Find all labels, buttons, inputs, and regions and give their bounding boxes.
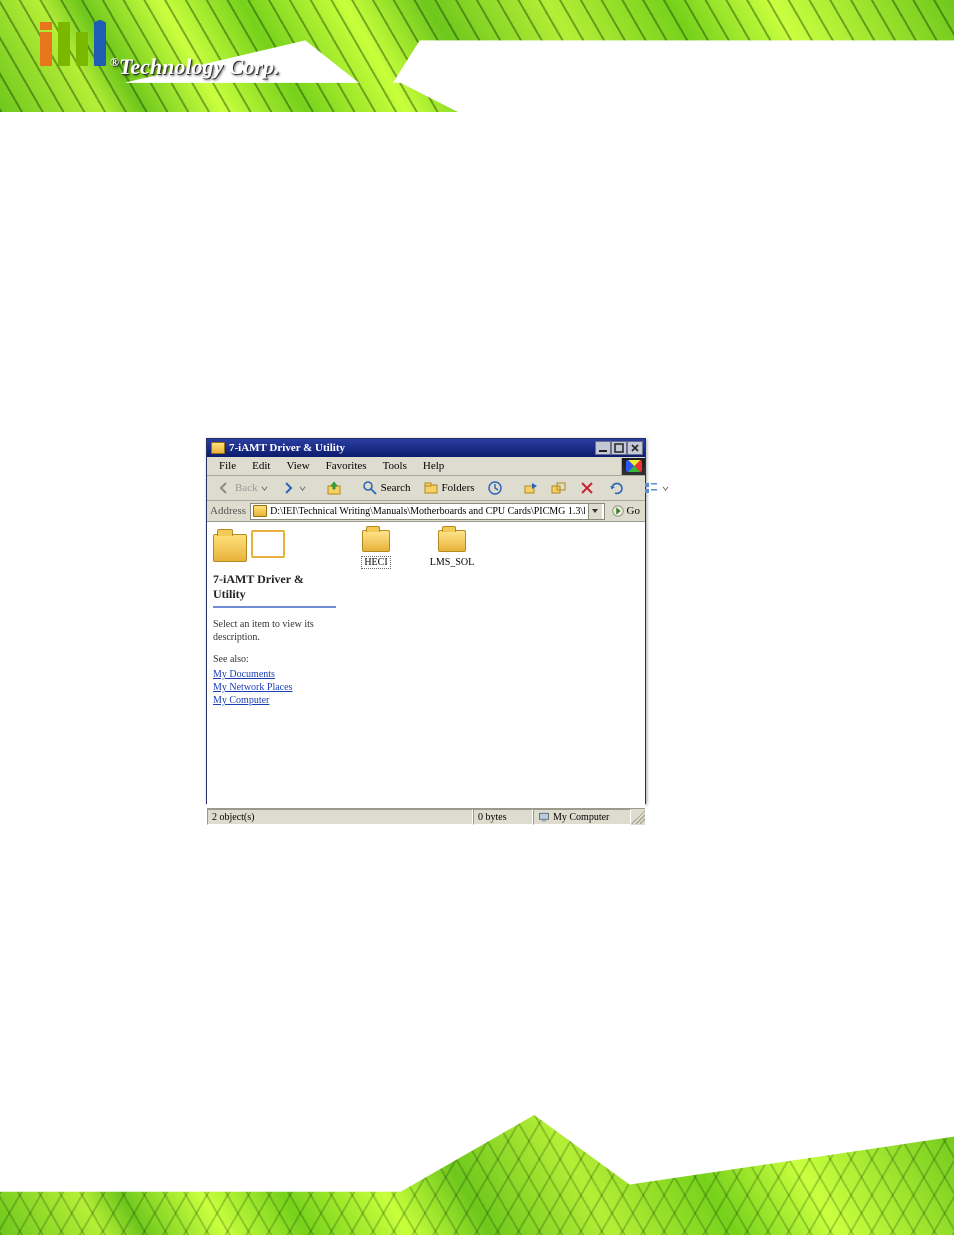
status-zone-label: My Computer	[553, 812, 609, 823]
address-label: Address	[210, 505, 246, 517]
search-label: Search	[381, 482, 411, 494]
folders-button[interactable]: Folders	[418, 478, 480, 498]
search-icon	[362, 480, 378, 496]
status-size: 0 bytes	[473, 809, 533, 825]
logo: ®Technology Corp.	[40, 22, 300, 92]
menu-edit[interactable]: Edit	[244, 458, 278, 474]
folders-label: Folders	[442, 482, 475, 494]
toolbar: Back Search Folders	[207, 476, 645, 501]
status-zone: My Computer	[533, 809, 631, 825]
history-button[interactable]	[482, 478, 508, 498]
chevron-down-icon	[261, 485, 268, 492]
go-label: Go	[627, 505, 640, 517]
up-button[interactable]	[321, 478, 347, 498]
folder-label: HECI	[361, 556, 390, 569]
chevron-down-icon	[299, 485, 306, 492]
menu-tools[interactable]: Tools	[375, 458, 415, 474]
statusbar: 2 object(s) 0 bytes My Computer	[207, 809, 645, 825]
my-computer-icon	[538, 811, 550, 823]
folder-icon	[253, 505, 267, 517]
folder-icon	[362, 530, 390, 552]
back-arrow-icon	[216, 480, 232, 496]
chevron-down-icon	[591, 507, 599, 515]
webview-divider	[213, 606, 336, 608]
copy-to-icon	[551, 480, 567, 496]
delete-icon	[579, 480, 595, 496]
views-button[interactable]	[638, 478, 674, 498]
page-header-banner: ®Technology Corp.	[0, 0, 954, 112]
windows-logo-throbber	[621, 458, 645, 475]
address-field[interactable]: D:\IEI\Technical Writing\Manuals\Motherb…	[250, 503, 604, 520]
explorer-window: 7-iAMT Driver & Utility File Edit View F…	[206, 438, 646, 804]
menu-file[interactable]: File	[211, 458, 244, 474]
close-button[interactable]	[627, 441, 643, 455]
status-objects: 2 object(s)	[207, 809, 473, 825]
folder-up-icon	[326, 480, 342, 496]
views-icon	[643, 480, 659, 496]
forward-button[interactable]	[275, 478, 311, 498]
delete-button[interactable]	[574, 478, 600, 498]
content-area: 7-iAMT Driver & Utility Select an item t…	[207, 522, 645, 809]
copy-to-button[interactable]	[546, 478, 572, 498]
webview-description: Select an item to view its description.	[213, 618, 336, 644]
folder-icon	[211, 442, 225, 454]
folder-label: LMS_SOL	[428, 557, 476, 568]
forward-arrow-icon	[280, 480, 296, 496]
titlebar[interactable]: 7-iAMT Driver & Utility	[207, 439, 645, 457]
link-my-documents[interactable]: My Documents	[213, 669, 336, 680]
folder-icon	[438, 530, 466, 552]
folder-item-lms-sol[interactable]: LMS_SOL	[426, 530, 478, 568]
webview-pane: 7-iAMT Driver & Utility Select an item t…	[207, 522, 342, 808]
link-my-network-places[interactable]: My Network Places	[213, 682, 336, 693]
webview-folder-graphic	[213, 528, 285, 568]
go-button[interactable]: Go	[609, 504, 642, 518]
window-title: 7-iAMT Driver & Utility	[229, 442, 595, 454]
resize-grip[interactable]	[631, 810, 645, 824]
chevron-down-icon	[662, 485, 669, 492]
menu-view[interactable]: View	[278, 458, 317, 474]
back-label: Back	[235, 482, 258, 494]
menubar: File Edit View Favorites Tools Help	[207, 457, 645, 476]
page-footer-banner	[0, 1115, 954, 1235]
folder-listing[interactable]: HECI LMS_SOL	[342, 522, 645, 808]
address-dropdown-button[interactable]	[588, 504, 602, 519]
minimize-button[interactable]	[595, 441, 611, 455]
move-to-button[interactable]	[518, 478, 544, 498]
move-to-icon	[523, 480, 539, 496]
link-my-computer[interactable]: My Computer	[213, 695, 336, 706]
menu-favorites[interactable]: Favorites	[318, 458, 375, 474]
back-button[interactable]: Back	[211, 478, 273, 498]
folders-icon	[423, 480, 439, 496]
folder-item-heci[interactable]: HECI	[350, 530, 402, 569]
undo-icon	[607, 480, 623, 496]
undo-button[interactable]	[602, 478, 628, 498]
menu-help[interactable]: Help	[415, 458, 452, 474]
maximize-button[interactable]	[611, 441, 627, 455]
history-icon	[487, 480, 503, 496]
see-also-label: See also:	[213, 654, 336, 665]
logo-mark	[40, 22, 108, 66]
webview-title: 7-iAMT Driver & Utility	[213, 572, 336, 602]
addressbar: Address D:\IEI\Technical Writing\Manuals…	[207, 501, 645, 522]
windows-flag-icon	[626, 460, 642, 472]
address-path: D:\IEI\Technical Writing\Manuals\Motherb…	[270, 506, 584, 517]
go-icon	[611, 504, 625, 518]
search-button[interactable]: Search	[357, 478, 416, 498]
logo-text: ®Technology Corp.	[110, 56, 280, 78]
